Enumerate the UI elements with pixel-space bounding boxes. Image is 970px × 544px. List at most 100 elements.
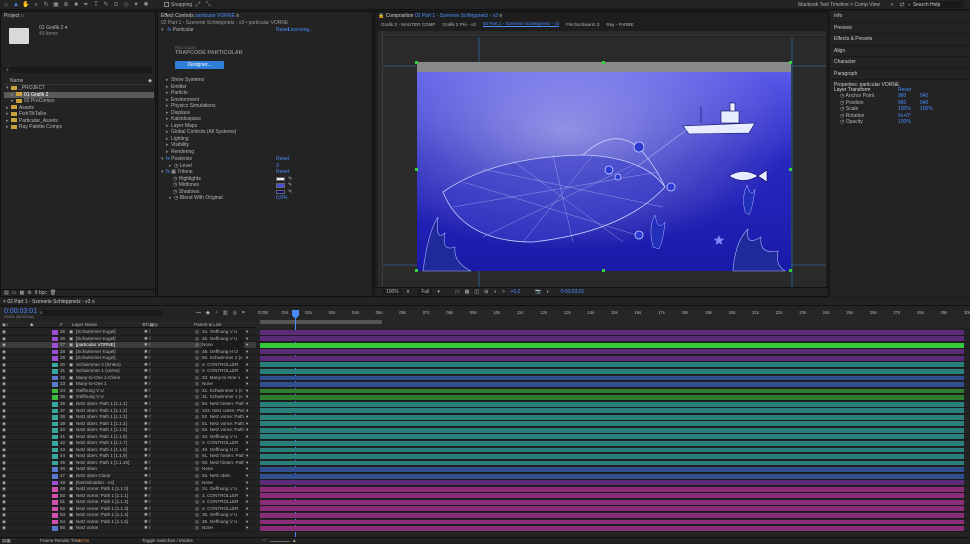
layer-duration-bar[interactable]: [260, 342, 964, 348]
project-settings-icon[interactable]: ⚙: [27, 290, 31, 296]
midtones-swatch[interactable]: [276, 183, 285, 188]
layer-duration-bar[interactable]: [260, 460, 964, 466]
label-color-swatch[interactable]: [52, 447, 58, 453]
label-color-swatch[interactable]: [52, 454, 58, 459]
home-icon[interactable]: ⌂: [2, 1, 10, 9]
label-color-swatch[interactable]: [52, 382, 58, 387]
toggle-switches-button[interactable]: Toggle Switches / Modes: [142, 538, 193, 544]
switches-header-icon[interactable]: ⚙fx▦◎: [142, 322, 158, 328]
label-color-swatch[interactable]: [52, 336, 58, 342]
time-ruler[interactable]: 0:00s 01s 02s 03s 04s 05s 06s 07s 08s 09s 10s 11s 12…: [258, 310, 970, 328]
label-color-swatch[interactable]: [52, 421, 58, 427]
comp-tab[interactable]: Grafik 2 - MASTER COMP: [381, 22, 435, 27]
label-color-swatch[interactable]: [52, 415, 58, 420]
project-panel-title[interactable]: Project ≡: [1, 12, 155, 20]
stopwatch-icon[interactable]: ◷: [174, 195, 178, 201]
hash-col-header[interactable]: #: [60, 322, 63, 328]
layer-duration-bar[interactable]: [260, 375, 964, 381]
shadows-swatch[interactable]: [276, 189, 285, 194]
label-color-swatch[interactable]: [52, 362, 58, 368]
comp-tab[interactable]: Grafik 2 Pre - v3: [442, 22, 475, 27]
composition-title[interactable]: 🔒 Composition 02 Part 1 - Szenerie Schle…: [375, 12, 828, 20]
layer-duration-bar[interactable]: [260, 329, 964, 335]
label-color-swatch[interactable]: [52, 519, 58, 525]
label-color-swatch[interactable]: [52, 493, 58, 499]
designer-button[interactable]: Designer...: [175, 61, 224, 69]
pan-behind-tool-icon[interactable]: ⊕: [62, 1, 70, 9]
label-color-swatch[interactable]: [52, 526, 58, 531]
stopwatch-icon[interactable]: ◷: [174, 163, 178, 169]
text-tool-icon[interactable]: T: [92, 1, 100, 9]
fx-badge[interactable]: fx: [166, 156, 170, 162]
panel-menu-icon[interactable]: ≡: [21, 13, 24, 19]
hand-tool-icon[interactable]: ✋: [22, 1, 30, 9]
right-panel-section[interactable]: Effects & Presets: [830, 34, 970, 46]
show-snapshot-icon[interactable]: ◐: [547, 289, 550, 295]
project-item[interactable]: ▸ Ray Palette Comps: [4, 124, 154, 131]
exposure-value[interactable]: +0,0: [511, 289, 521, 295]
layer-duration-bar[interactable]: [260, 447, 964, 453]
comp-tab[interactable]: 02 Part 1 - Szenerie Schleppnetz - v3: [482, 21, 560, 27]
zoom-out-icon[interactable]: ◠: [262, 538, 266, 544]
visibility-eye-icon[interactable]: ◉: [2, 525, 6, 531]
layer-duration-bar[interactable]: [260, 486, 964, 492]
label-color-swatch[interactable]: [52, 330, 58, 335]
comp-flowchart-icon[interactable]: ⊶: [196, 310, 201, 316]
layer-duration-bar[interactable]: [260, 395, 964, 401]
eraser-tool-icon[interactable]: ◇: [122, 1, 130, 9]
highlights-swatch[interactable]: [276, 176, 285, 181]
licensing-link[interactable]: Licensing...: [288, 27, 313, 34]
right-panel-section[interactable]: Align: [830, 46, 970, 57]
layer-duration-bar[interactable]: [260, 388, 964, 394]
label-color-swatch[interactable]: [52, 513, 58, 518]
pen-tool-icon[interactable]: ✒: [82, 1, 90, 9]
layer-duration-bar[interactable]: [260, 336, 964, 342]
effect-group[interactable]: ▸ Rendering: [166, 149, 366, 156]
search-help-box[interactable]: ⌕ Search Help: [906, 1, 964, 8]
name-column-header[interactable]: Name: [10, 78, 23, 84]
chevron-down-icon[interactable]: ▾: [246, 525, 248, 531]
label-color-swatch[interactable]: [52, 356, 58, 361]
channel-icon[interactable]: ◑: [493, 289, 496, 295]
zoom-dropdown[interactable]: 100%: [383, 289, 402, 295]
layer-duration-bar[interactable]: [260, 480, 964, 486]
layer-duration-bar[interactable]: [260, 382, 964, 387]
layer-duration-bar[interactable]: [260, 499, 964, 505]
brush-tool-icon[interactable]: ✎: [102, 1, 110, 9]
project-search-input[interactable]: ⌕: [4, 67, 152, 73]
label-color-swatch[interactable]: [52, 349, 58, 355]
work-area-bar[interactable]: [260, 320, 382, 324]
label-color-swatch[interactable]: [52, 487, 58, 492]
pickwhip-icon[interactable]: ◎: [195, 525, 199, 531]
layer-duration-bar[interactable]: [260, 526, 964, 532]
label-color-swatch[interactable]: [52, 480, 58, 486]
layer-duration-bar[interactable]: [260, 408, 964, 414]
resolution-chevron-icon[interactable]: ▾: [437, 289, 440, 295]
layer-search-input[interactable]: ⌕: [40, 310, 162, 316]
timeline-timecode[interactable]: 0:00:03:01: [4, 308, 37, 315]
camera-tool-icon[interactable]: ▣: [52, 1, 60, 9]
label-color-swatch[interactable]: [52, 388, 58, 394]
bpc-label[interactable]: 8 bpc: [35, 290, 47, 296]
layer-duration-bar[interactable]: [260, 519, 964, 525]
layer-row[interactable]: ◉ 55 ▣ Netz vorne ✱ / ◎ None ▾: [0, 525, 256, 532]
parent-link-header[interactable]: Parent & Link: [194, 322, 222, 328]
label-color-swatch[interactable]: [52, 506, 58, 512]
blend-value[interactable]: 0,0%: [276, 195, 287, 202]
selection-tool-icon[interactable]: ▲: [12, 1, 20, 9]
shy-icon[interactable]: ◔: [215, 310, 218, 316]
comp-tab[interactable]: Fischschwarm 3: [566, 22, 599, 27]
label-color-swatch[interactable]: [52, 375, 58, 381]
snapping-checkbox[interactable]: [164, 2, 169, 7]
horizontal-ruler[interactable]: [383, 31, 826, 36]
layer-duration-bar[interactable]: [260, 421, 964, 427]
label-color-swatch[interactable]: [52, 395, 58, 400]
workspace-label[interactable]: Macbook Text Timeline > Comp View: [798, 2, 880, 8]
puppet-tool-icon[interactable]: ✱: [142, 1, 150, 9]
layer-name-header[interactable]: Layer Name: [72, 322, 97, 328]
label-column-icon[interactable]: ◆: [148, 78, 152, 84]
viewer-timecode[interactable]: 0:00:03:01: [561, 289, 585, 295]
rectangle-tool-icon[interactable]: ■: [72, 1, 80, 9]
timeline-tab[interactable]: × 02 Part 1 - Szenerie Schleppnetz - v3 …: [0, 298, 970, 306]
parent-dropdown[interactable]: None: [202, 525, 244, 532]
